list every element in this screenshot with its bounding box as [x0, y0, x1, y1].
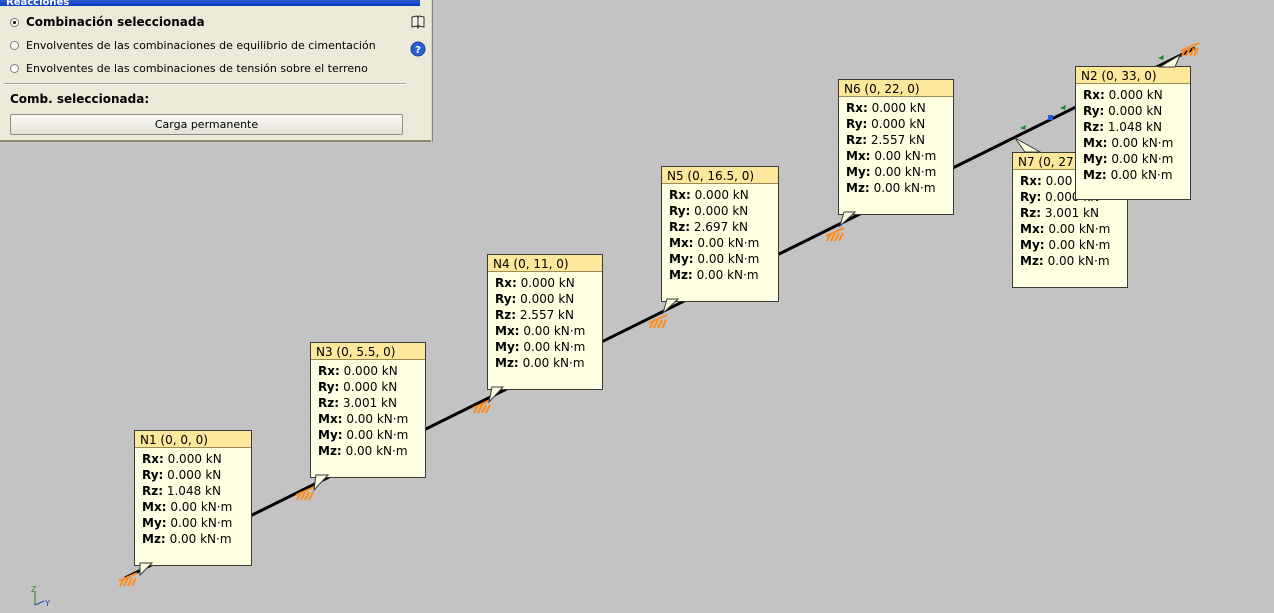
mz-line: Mz: 0.00 kN·m: [495, 356, 585, 370]
mz-line: Mz: 0.00 kN·m: [142, 532, 232, 546]
node-reaction-label-n4: N4 (0, 11, 0) Rx: 0.000 kN Ry: 0.000 kN …: [487, 254, 603, 390]
ry-line: Ry: 0.000 kN: [142, 468, 222, 482]
radio-label: Envolventes de las combinaciones de equi…: [26, 38, 376, 52]
axis-triad: Z Y: [31, 585, 50, 608]
combination-select-button[interactable]: Carga permanente: [10, 114, 403, 135]
mz-line: Mz: 0.00 kN·m: [1020, 254, 1110, 268]
rx-line: Rx: 0.000 kN: [142, 452, 222, 466]
my-line: My: 0.00 kN·m: [318, 428, 409, 442]
node-title: N1 (0, 0, 0): [135, 431, 251, 448]
rz-line: Rz: 1.048 kN: [142, 484, 221, 498]
node-title: N6 (0, 22, 0): [839, 80, 953, 97]
svg-text:?: ?: [415, 45, 421, 56]
ry-line: Ry: 0.000 kN: [669, 204, 749, 218]
node-reaction-label-n2: N2 (0, 33, 0) Rx: 0.000 kN Ry: 0.000 kN …: [1075, 66, 1191, 200]
radio-label: Combinación seleccionada: [26, 15, 205, 29]
rx-line: Rx: 0.000 kN: [495, 276, 575, 290]
rz-line: Rz: 2.557 kN: [495, 308, 574, 322]
combination-label: Comb. seleccionada:: [10, 92, 150, 106]
mx-line: Mx: 0.00 kN·m: [846, 149, 937, 163]
rz-line: Rz: 2.557 kN: [846, 133, 925, 147]
radio-button[interactable]: [10, 17, 19, 27]
reactions-panel: Reacciones Combinación seleccionada Envo…: [0, 0, 433, 142]
node-title: N2 (0, 33, 0): [1076, 67, 1190, 84]
mx-line: Mx: 0.00 kN·m: [318, 412, 409, 426]
mz-line: Mz: 0.00 kN·m: [846, 181, 936, 195]
book-icon[interactable]: [410, 14, 426, 30]
rx-line: Rx: 0.000 kN: [846, 101, 926, 115]
radio-envelope-foundation-equilibrium[interactable]: Envolventes de las combinaciones de equi…: [10, 37, 376, 53]
radio-button[interactable]: [10, 40, 19, 50]
mx-line: Mx: 0.00 kN·m: [1083, 136, 1174, 150]
axis-y-label: Y: [44, 599, 50, 608]
node-reaction-label-n3: N3 (0, 5.5, 0) Rx: 0.000 kN Ry: 0.000 kN…: [310, 342, 426, 478]
mx-line: Mx: 0.00 kN·m: [1020, 222, 1111, 236]
help-icon[interactable]: ?: [410, 41, 426, 57]
mz-line: Mz: 0.00 kN·m: [318, 444, 408, 458]
mx-line: Mx: 0.00 kN·m: [495, 324, 586, 338]
my-line: My: 0.00 kN·m: [1020, 238, 1111, 252]
node-title: N5 (0, 16.5, 0): [662, 167, 778, 184]
node-reaction-label-n1: N1 (0, 0, 0) Rx: 0.000 kN Ry: 0.000 kN R…: [134, 430, 252, 566]
rz-line: Rz: 3.001 kN: [1020, 206, 1099, 220]
radio-envelope-soil-stress[interactable]: Envolventes de las combinaciones de tens…: [10, 60, 368, 76]
rx-line: Rx: 0.000 kN: [1083, 88, 1163, 102]
ry-line: Ry: 0.000 kN: [318, 380, 398, 394]
mz-line: Mz: 0.00 kN·m: [1083, 168, 1173, 182]
rz-line: Rz: 3.001 kN: [318, 396, 397, 410]
my-line: My: 0.00 kN·m: [846, 165, 937, 179]
axis-z-label: Z: [31, 585, 37, 594]
rz-line: Rz: 1.048 kN: [1083, 120, 1162, 134]
node-reaction-label-n6: N6 (0, 22, 0) Rx: 0.000 kN Ry: 0.000 kN …: [838, 79, 954, 215]
my-line: My: 0.00 kN·m: [495, 340, 586, 354]
node-reaction-label-n5: N5 (0, 16.5, 0) Rx: 0.000 kN Ry: 0.000 k…: [661, 166, 779, 302]
mz-line: Mz: 0.00 kN·m: [669, 268, 759, 282]
ry-line: Ry: 0.000 kN: [846, 117, 926, 131]
panel-edge: [431, 0, 432, 142]
radio-selected-combination[interactable]: Combinación seleccionada: [10, 14, 205, 30]
rx-line: Rx: 0.000 kN: [318, 364, 398, 378]
panel-title: Reacciones: [0, 0, 420, 6]
rz-line: Rz: 2.697 kN: [669, 220, 748, 234]
panel-separator: [4, 83, 406, 85]
rx-line: Rx: 0.000 kN: [669, 188, 749, 202]
ry-line: Ry: 0.000 kN: [1083, 104, 1163, 118]
support-icon: [1180, 42, 1200, 57]
node-title: N4 (0, 11, 0): [488, 255, 602, 272]
my-line: My: 0.00 kN·m: [669, 252, 760, 266]
node-title: N3 (0, 5.5, 0): [311, 343, 425, 360]
radio-button[interactable]: [10, 63, 19, 73]
mx-line: Mx: 0.00 kN·m: [142, 500, 233, 514]
my-line: My: 0.00 kN·m: [1083, 152, 1174, 166]
mx-line: Mx: 0.00 kN·m: [669, 236, 760, 250]
my-line: My: 0.00 kN·m: [142, 516, 233, 530]
ry-line: Ry: 0.000 kN: [495, 292, 575, 306]
radio-label: Envolventes de las combinaciones de tens…: [26, 61, 368, 75]
